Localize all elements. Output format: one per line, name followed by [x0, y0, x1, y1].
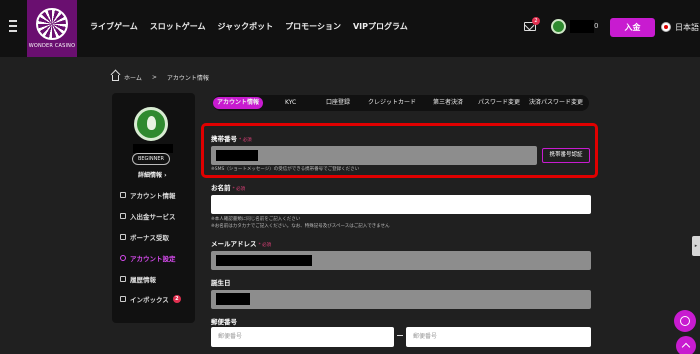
- gift-icon: [120, 234, 126, 240]
- brand-logo[interactable]: WONDER CASINO: [27, 0, 77, 57]
- rank-badge: BEGINNER: [132, 153, 170, 165]
- breadcrumb-current: アカウント情報: [166, 75, 209, 82]
- history-icon: [120, 276, 126, 282]
- japan-flag-icon[interactable]: [661, 22, 671, 32]
- birthday-input[interactable]: [211, 290, 591, 309]
- birthday-redacted: [216, 293, 250, 305]
- sidebar-item-label: アカウント情報: [130, 192, 176, 200]
- zip-label: 郵便番号: [211, 318, 237, 326]
- sidebar-item-account-settings[interactable]: アカウント設定: [120, 253, 176, 263]
- detail-link[interactable]: 詳細情報 ›: [138, 170, 167, 179]
- side-drawer-tab[interactable]: ▸: [692, 236, 700, 256]
- breadcrumb-home[interactable]: ホーム: [124, 73, 142, 82]
- settings-tabs: アカウント情報 KYC 口座登録 クレジットカード 第三者決済 パスワード変更 …: [213, 95, 589, 111]
- mail-icon: [120, 296, 126, 302]
- tab-bank[interactable]: 口座登録: [326, 97, 350, 109]
- wallet-icon: [120, 213, 126, 219]
- logo-emblem-icon: [36, 8, 68, 40]
- sidebar-item-label: インボックス: [130, 296, 169, 304]
- scroll-top-icon[interactable]: [676, 336, 696, 354]
- sidebar-item-label: 入出金サービス: [130, 213, 176, 221]
- main-nav: ライブゲーム スロットゲーム ジャックポット プロモーション VIPプログラム: [90, 21, 408, 32]
- nav-live-games[interactable]: ライブゲーム: [90, 21, 138, 32]
- sidebar-item-label: 履歴情報: [130, 276, 156, 284]
- sidebar-item-account-info[interactable]: アカウント情報: [120, 190, 176, 200]
- username-redacted: [133, 144, 173, 153]
- birthday-label: 誕生日: [211, 279, 231, 287]
- user-avatar[interactable]: [551, 19, 566, 34]
- tab-account-info[interactable]: アカウント情報: [213, 97, 264, 109]
- user-icon: [120, 192, 126, 198]
- balance-value: 0: [594, 22, 599, 30]
- name-note-1: ※本人確認書類に同じ名前をご記入ください: [211, 217, 301, 222]
- tab-payment-password[interactable]: 決済パスワード変更: [529, 97, 583, 109]
- balance-redacted: [570, 20, 594, 33]
- breadcrumb-separator: >: [151, 74, 157, 81]
- sidebar-item-history[interactable]: 履歴情報: [120, 274, 156, 284]
- nav-slot-games[interactable]: スロットゲーム: [150, 21, 206, 32]
- tab-third-party[interactable]: 第三者決済: [433, 97, 463, 109]
- logo-text: WONDER CASINO: [28, 43, 76, 49]
- chevron-right-icon: ›: [164, 172, 167, 179]
- name-note-2: ※お名前はカタカナでご記入ください。なお、特殊記号及びスペースはご記入できません: [211, 224, 390, 229]
- nav-promotion[interactable]: プロモーション: [285, 21, 341, 32]
- account-sidebar: BEGINNER 詳細情報 › アカウント情報 入出金サービス ボーナス受取 ア…: [112, 93, 195, 323]
- nav-jackpot[interactable]: ジャックポット: [218, 21, 274, 32]
- top-bar: WONDER CASINO ライブゲーム スロットゲーム ジャックポット プロモ…: [0, 0, 700, 57]
- sidebar-item-inbox[interactable]: インボックス 2: [120, 294, 181, 304]
- home-icon[interactable]: [112, 74, 119, 81]
- sidebar-item-label: アカウント設定: [130, 255, 176, 263]
- tab-kyc[interactable]: KYC: [285, 97, 296, 109]
- settings-icon: [120, 255, 126, 261]
- email-redacted: [216, 255, 312, 266]
- sidebar-item-deposit-withdraw[interactable]: 入出金サービス: [120, 211, 176, 221]
- nav-vip-program[interactable]: VIPプログラム: [353, 21, 408, 32]
- inbox-badge: 2: [172, 295, 181, 303]
- mail-badge: 2: [532, 17, 540, 25]
- zip-input-2[interactable]: 郵便番号: [406, 327, 591, 347]
- zip-input-1[interactable]: 郵便番号: [211, 327, 394, 347]
- sidebar-item-bonus[interactable]: ボーナス受取: [120, 232, 169, 242]
- language-selector[interactable]: 日本語: [675, 22, 699, 33]
- phone-highlight-box: [201, 123, 598, 178]
- zip-separator: [397, 335, 403, 336]
- email-label: メールアドレス * 必須: [211, 240, 272, 248]
- name-input[interactable]: [211, 195, 591, 214]
- tab-password[interactable]: パスワード変更: [478, 97, 520, 109]
- name-label: お名前 * 必須: [211, 184, 246, 192]
- sidebar-item-label: ボーナス受取: [130, 234, 169, 242]
- tab-credit-card[interactable]: クレジットカード: [368, 97, 416, 109]
- support-chat-icon[interactable]: [674, 310, 696, 332]
- breadcrumb: ホーム > アカウント情報: [112, 73, 209, 82]
- deposit-button[interactable]: 入金: [610, 18, 655, 37]
- hamburger-menu-icon[interactable]: [9, 20, 17, 32]
- profile-avatar: [134, 107, 168, 141]
